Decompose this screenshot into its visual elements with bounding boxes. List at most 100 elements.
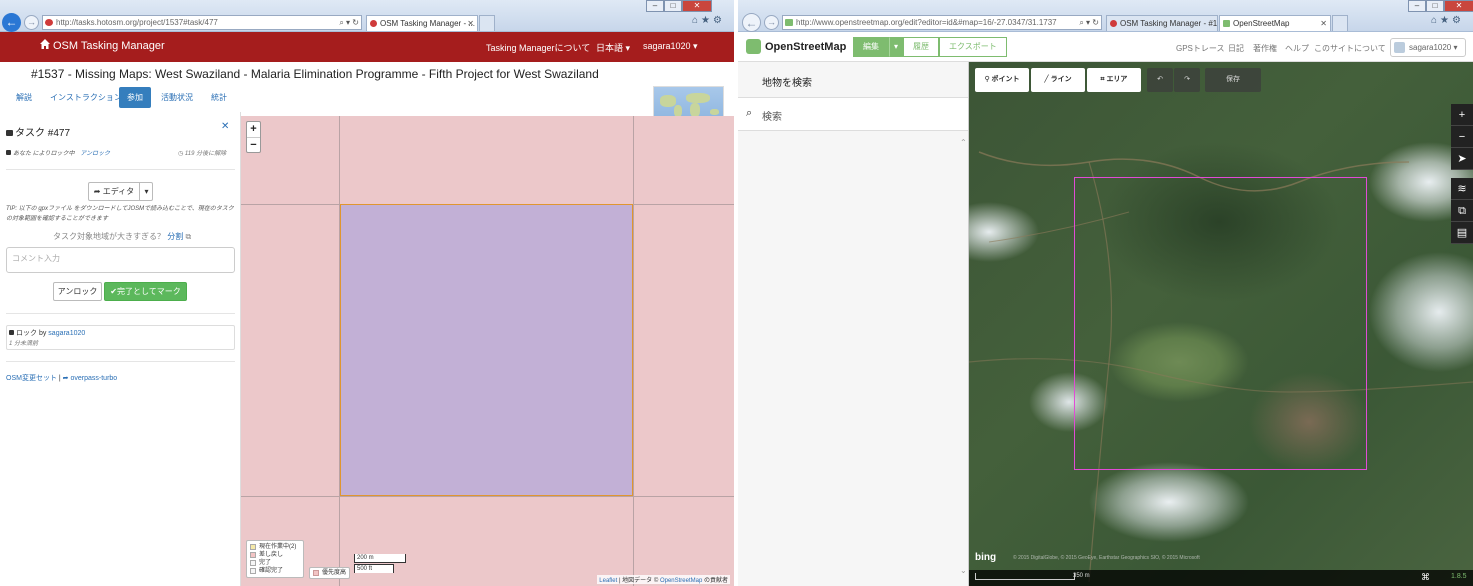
task-title: タスク #477 xyxy=(15,128,71,139)
about-link[interactable]: Tasking Managerについて xyxy=(486,41,590,54)
leaflet-link[interactable]: Leaflet xyxy=(599,578,617,584)
editor-dropdown-icon[interactable]: ▾ xyxy=(140,183,153,200)
address-bar[interactable]: http://www.openstreetmap.org/edit?editor… xyxy=(782,15,1102,30)
unlock-link[interactable]: アンロック xyxy=(80,151,110,157)
about-link[interactable]: このサイトについて xyxy=(1314,43,1386,54)
mark-done-button[interactable]: ✔完了としてマーク xyxy=(104,282,187,301)
copyright-link[interactable]: 著作権 xyxy=(1253,43,1277,54)
search-refresh-icon[interactable]: ⌕ ▾ ↻ xyxy=(1079,16,1099,29)
changesets-link[interactable]: OSM変更セット xyxy=(6,375,57,382)
tab-stats[interactable]: 統計 xyxy=(203,87,235,108)
edit-dropdown-icon[interactable]: ▾ xyxy=(889,37,904,57)
address-bar[interactable]: http://tasks.hotosm.org/project/1537#tas… xyxy=(42,15,362,30)
selected-task-cell[interactable] xyxy=(340,204,633,496)
close-panel-icon[interactable]: ✕ xyxy=(221,121,229,132)
map-data-icon[interactable]: ⧉ xyxy=(1451,200,1473,222)
back-icon[interactable]: ← xyxy=(2,13,21,32)
tab-close-icon[interactable]: ✕ xyxy=(1320,16,1327,31)
history-action: ロック by xyxy=(16,330,47,337)
osm-brand[interactable]: OpenStreetMap xyxy=(765,41,846,53)
tab-favicon-icon xyxy=(1223,20,1230,27)
back-icon[interactable]: ← xyxy=(742,13,761,32)
minimize-icon[interactable]: – xyxy=(646,0,664,12)
map-controls: + − ➤ xyxy=(1451,104,1473,170)
version-label[interactable]: 1.8.5 xyxy=(1451,573,1467,580)
tab-favicon-icon xyxy=(1110,20,1117,27)
toolbar-icons[interactable]: ⌂★⚙ xyxy=(1431,15,1464,26)
id-map[interactable]: ⚲ ポイント ╱ ライン ⌗ エリア ↶ ↷ 保存 + − ➤ ≋ ⧉ ▤ bi… xyxy=(969,62,1473,586)
tool-point[interactable]: ⚲ ポイント xyxy=(975,68,1029,92)
task-map[interactable]: + − 現在作業中(2) 差し戻し 完了 確認完了 優先度高 200 m 500… xyxy=(241,116,734,586)
new-tab-button[interactable] xyxy=(1332,15,1348,31)
editor-button[interactable]: ➦ エディタ xyxy=(89,183,140,200)
tab-label: OSM Tasking Manager - ... xyxy=(380,19,475,28)
home-icon[interactable] xyxy=(40,39,50,49)
diary-link[interactable]: 日記 xyxy=(1228,43,1244,54)
split-link[interactable]: 分割 xyxy=(167,232,183,241)
attribution-text: | 地図データ © xyxy=(618,578,659,584)
split-prompt-text: タスク対象地域が大きすぎる？ xyxy=(53,232,165,241)
redo-button[interactable]: ↷ xyxy=(1174,68,1200,92)
layers-icon[interactable]: ≋ xyxy=(1451,178,1473,200)
search-icon: ⌕ xyxy=(746,107,753,119)
external-icon: ➦ xyxy=(62,375,69,382)
tool-line[interactable]: ╱ ライン xyxy=(1031,68,1085,92)
zoom-out-button[interactable]: − xyxy=(247,137,260,152)
chevron-down-icon: ▾ xyxy=(1453,43,1458,52)
geolocate-icon[interactable]: ➤ xyxy=(1451,148,1473,170)
tab-label: OSM Tasking Manager - #1... xyxy=(1120,19,1218,28)
user-menu[interactable]: sagara1020 ▾ xyxy=(1390,38,1466,57)
new-tab-button[interactable] xyxy=(479,15,495,31)
tool-area[interactable]: ⌗ エリア xyxy=(1087,68,1141,92)
tab-openstreetmap[interactable]: OpenStreetMap ✕ xyxy=(1219,15,1331,31)
map-legend: 現在作業中(2) 差し戻し 完了 確認完了 xyxy=(246,540,304,578)
browser-chrome: – □ ✕ ← → http://tasks.hotosm.org/project/… xyxy=(0,0,734,32)
forward-icon[interactable]: → xyxy=(764,15,779,30)
maximize-icon[interactable]: □ xyxy=(1426,0,1444,12)
scroll-up-icon[interactable]: ⌃ xyxy=(960,138,967,147)
tab-tasking-manager[interactable]: OSM Tasking Manager - ... ✕ xyxy=(366,15,478,31)
tab-close-icon[interactable]: ✕ xyxy=(467,16,474,31)
brand-link[interactable]: OSM Tasking Manager xyxy=(53,40,165,52)
overpass-link[interactable]: overpass-turbo xyxy=(71,375,118,382)
priority-legend: 優先度高 xyxy=(309,567,351,579)
forward-icon[interactable]: → xyxy=(24,15,39,30)
help-link[interactable]: ヘルプ xyxy=(1285,43,1309,54)
clock-icon: ◷ xyxy=(178,151,185,157)
history-user-link[interactable]: sagara1020 xyxy=(48,330,85,337)
search-refresh-icon[interactable]: ⌕ ▾ ↻ xyxy=(339,16,359,29)
help-icon[interactable]: ▤ xyxy=(1451,222,1473,244)
user-dropdown[interactable]: sagara1020 ▾ xyxy=(643,41,698,52)
tab-export[interactable]: エクスポート xyxy=(939,37,1007,57)
zoom-in-button[interactable]: + xyxy=(247,122,260,137)
bing-logo: bing xyxy=(975,552,997,563)
scroll-down-icon[interactable]: ⌄ xyxy=(960,566,967,575)
comment-field[interactable]: コメント入力 xyxy=(6,247,235,273)
tab-activity[interactable]: 活動状況 xyxy=(153,87,201,108)
tab-contribute[interactable]: 参加 xyxy=(119,87,151,108)
address-text: http://tasks.hotosm.org/project/1537#tas… xyxy=(56,18,218,27)
osm-logo-icon[interactable] xyxy=(746,39,761,54)
close-icon[interactable]: ✕ xyxy=(1444,0,1473,12)
tab-instructions[interactable]: インストラクション xyxy=(42,87,130,108)
tab-edit[interactable]: 編集 xyxy=(853,37,889,57)
external-icon: ➦ xyxy=(93,187,101,196)
unlock-button[interactable]: アンロック xyxy=(53,282,102,301)
josm-tip: TIP: 以下の gpxファイル をダウンロードしてJOSMで読み込むことで、現… xyxy=(6,206,234,222)
zoom-in-icon[interactable]: + xyxy=(1451,104,1473,126)
gps-traces-link[interactable]: GPSトレース xyxy=(1176,43,1225,54)
maximize-icon[interactable]: □ xyxy=(664,0,682,12)
language-dropdown[interactable]: 日本語 ▾ xyxy=(596,41,630,54)
top-navbar: OSM Tasking Manager Tasking Managerについて … xyxy=(0,32,734,62)
tab-history[interactable]: 履歴 xyxy=(903,37,940,57)
minimize-icon[interactable]: – xyxy=(1408,0,1426,12)
undo-button[interactable]: ↶ xyxy=(1147,68,1173,92)
tab-tasking-manager[interactable]: OSM Tasking Manager - #1... xyxy=(1106,15,1218,31)
toolbar-icons[interactable]: ⌂★⚙ xyxy=(692,15,725,26)
osm-link[interactable]: OpenStreetMap xyxy=(660,578,702,584)
close-icon[interactable]: ✕ xyxy=(682,0,712,12)
feature-search-input[interactable]: ⌕ 検索 xyxy=(738,98,968,131)
zoom-out-icon[interactable]: − xyxy=(1451,126,1473,148)
tab-description[interactable]: 解説 xyxy=(8,87,40,108)
save-button[interactable]: 保存 xyxy=(1205,68,1261,92)
